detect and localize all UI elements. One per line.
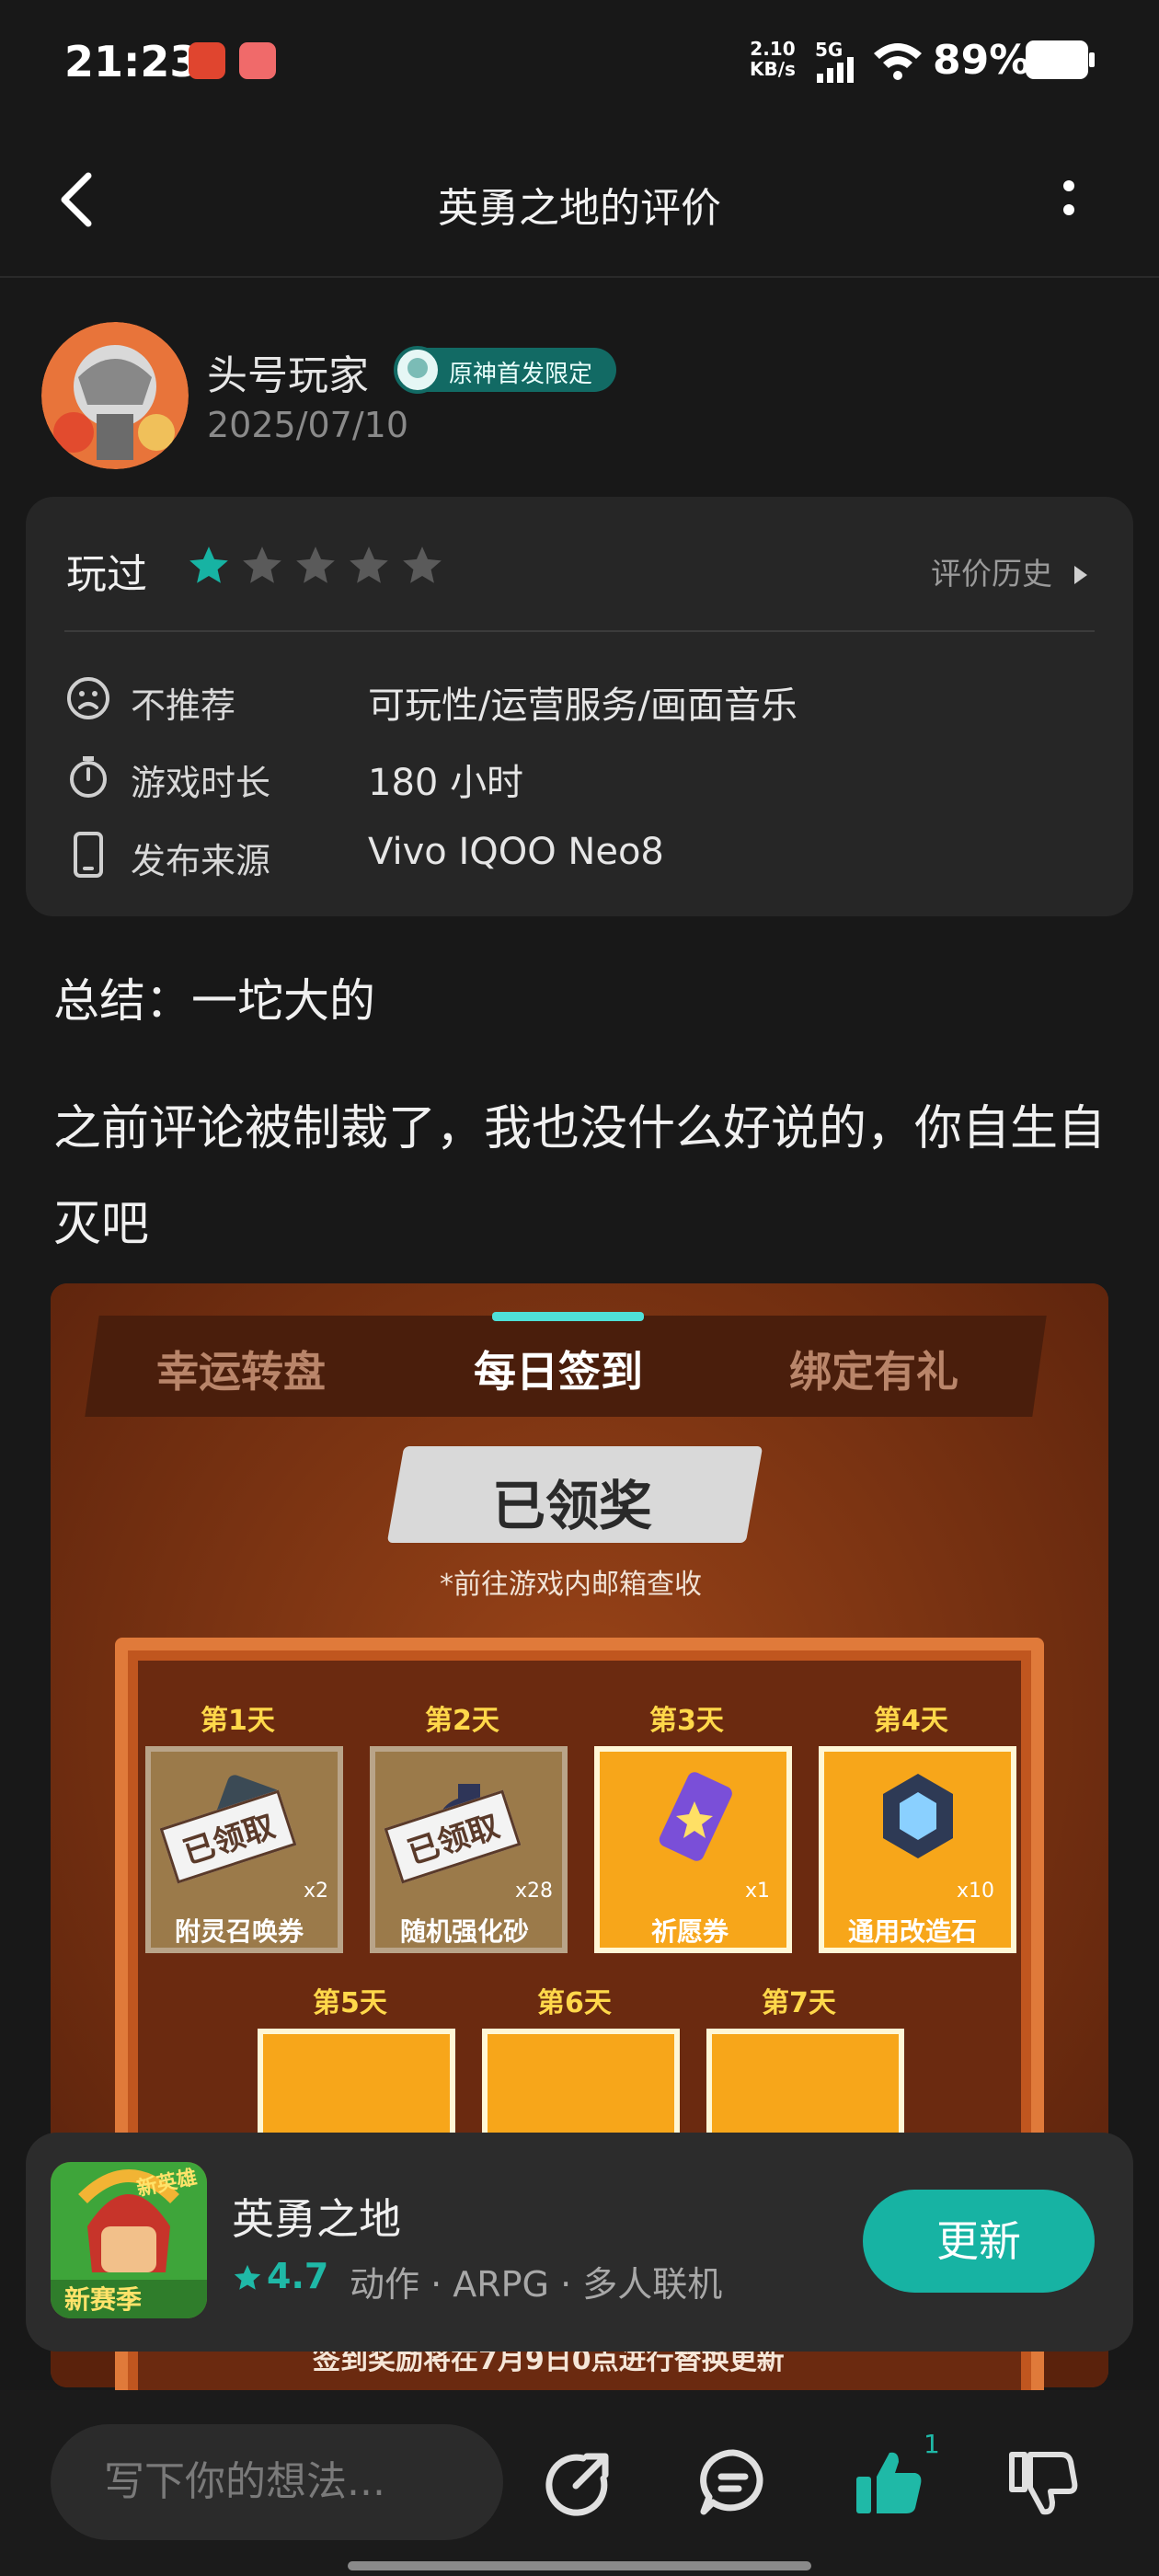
star-empty-icon bbox=[243, 546, 281, 583]
update-button[interactable]: 更新 bbox=[863, 2190, 1095, 2293]
status-time: 21:23 bbox=[64, 37, 200, 86]
claimed-banner-text: 已领奖 bbox=[492, 1475, 653, 1537]
review-paragraph: 之前评论被制裁了，我也没什么好说的，你自生自灭吧 bbox=[53, 1101, 1107, 1252]
item-quantity: x28 bbox=[515, 1880, 554, 1903]
badge-text: 原神首发限定 bbox=[449, 361, 593, 388]
comment-input[interactable]: 写下你的想法... bbox=[51, 2424, 503, 2540]
item-quantity: x1 bbox=[745, 1880, 771, 1903]
phone-icon bbox=[74, 832, 103, 878]
rating-star-icon bbox=[234, 2264, 261, 2290]
day-label: 第3天 bbox=[649, 1705, 724, 1737]
review-summary: 总结：一坨大的 bbox=[53, 974, 375, 1028]
header-divider bbox=[0, 276, 1159, 278]
star-empty-icon bbox=[350, 546, 388, 583]
day-label: 第5天 bbox=[313, 1987, 387, 2019]
thumbs-up-icon[interactable] bbox=[851, 2445, 924, 2519]
share-icon[interactable] bbox=[543, 2445, 616, 2519]
item-name: 祈愿券 bbox=[651, 1916, 729, 1947]
star-empty-icon bbox=[403, 546, 442, 583]
battery-icon bbox=[1026, 40, 1095, 79]
item-name: 通用改造石 bbox=[848, 1916, 978, 1947]
ticket-icon bbox=[659, 1772, 732, 1861]
detail-value: 180 小时 bbox=[368, 762, 524, 804]
game-tags: 动作 · ARPG · 多人联机 bbox=[350, 2264, 723, 2305]
detail-value: 可玩性/运营服务/画面音乐 bbox=[368, 684, 798, 727]
detail-label: 发布来源 bbox=[131, 841, 271, 881]
review-history-link[interactable]: 评价历史 bbox=[931, 549, 1090, 593]
author-avatar[interactable] bbox=[41, 322, 189, 469]
item-name: 随机强化砂 bbox=[400, 1916, 530, 1947]
item-quantity: x10 bbox=[957, 1880, 995, 1903]
card-divider bbox=[64, 630, 1095, 632]
image-tab: 每日签到 bbox=[474, 1347, 643, 1397]
play-triangle-icon bbox=[1073, 566, 1087, 584]
signal-icon bbox=[817, 57, 854, 83]
more-options-icon[interactable] bbox=[1058, 178, 1080, 220]
detail-label: 游戏时长 bbox=[131, 763, 271, 803]
day-label: 第7天 bbox=[762, 1987, 836, 2019]
day-label: 第1天 bbox=[201, 1705, 275, 1737]
battery-percent: 89% bbox=[933, 37, 1030, 84]
author-name[interactable]: 头号玩家 bbox=[207, 342, 369, 401]
star-rating bbox=[186, 543, 445, 589]
notification-app-icon bbox=[189, 42, 225, 79]
mail-note: *前往游戏内邮箱查收 bbox=[440, 1569, 702, 1601]
star-filled-icon bbox=[189, 546, 228, 583]
status-bar: 21:23 2.10 KB/s 5G 89% bbox=[0, 0, 1159, 124]
thumbs-down-icon[interactable] bbox=[1004, 2445, 1078, 2519]
game-rating: 4.7 bbox=[267, 2256, 329, 2296]
notification-app-icon bbox=[239, 42, 276, 79]
badge-emblem-icon bbox=[394, 346, 442, 394]
home-indicator[interactable] bbox=[348, 2561, 811, 2570]
game-icon-badge: 新赛季 bbox=[64, 2284, 143, 2315]
item-name: 附灵召唤券 bbox=[175, 1916, 304, 1947]
day-label: 第2天 bbox=[425, 1705, 499, 1737]
detail-value: Vivo IQOO Neo8 bbox=[368, 831, 664, 873]
stopwatch-icon bbox=[70, 756, 107, 798]
item-quantity: x2 bbox=[304, 1880, 329, 1903]
star-empty-icon bbox=[296, 546, 335, 583]
gem-stone-icon bbox=[883, 1774, 953, 1858]
page-title: 英勇之地的评价 bbox=[438, 185, 721, 232]
game-name: 英勇之地 bbox=[232, 2194, 401, 2244]
played-label: 玩过 bbox=[66, 551, 147, 598]
wifi-icon bbox=[874, 43, 922, 80]
day-label: 第6天 bbox=[537, 1987, 612, 2019]
image-tab-indicator bbox=[492, 1312, 644, 1321]
detail-label: 不推荐 bbox=[131, 685, 236, 726]
comment-icon[interactable] bbox=[696, 2445, 770, 2519]
review-history-label: 评价历史 bbox=[931, 556, 1052, 592]
review-date: 2025/07/10 bbox=[207, 405, 409, 445]
sad-face-icon bbox=[67, 677, 109, 719]
day-label: 第4天 bbox=[874, 1705, 948, 1737]
image-tab: 幸运转盘 bbox=[156, 1347, 326, 1397]
image-tab: 绑定有礼 bbox=[789, 1347, 958, 1397]
like-count: 1 bbox=[924, 2429, 940, 2459]
net-speed: 2.10 KB/s bbox=[750, 38, 796, 80]
